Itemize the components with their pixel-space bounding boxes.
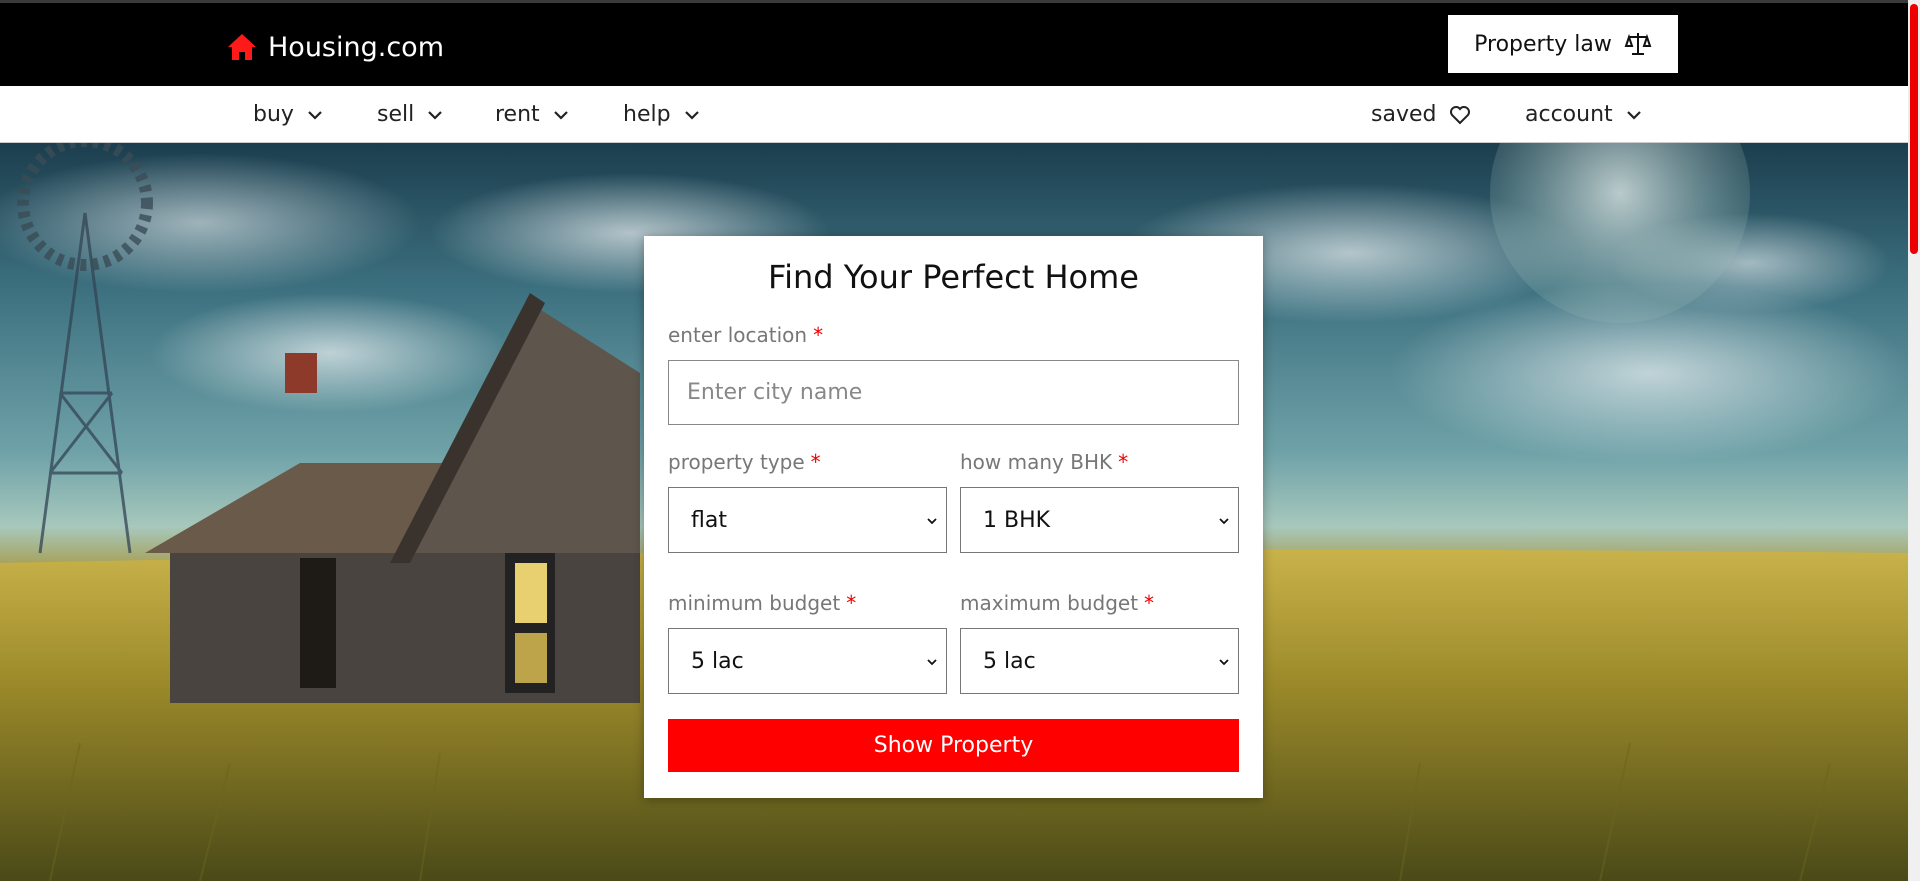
- form-title: Find Your Perfect Home: [768, 258, 1139, 296]
- property-type-label: property type *: [668, 450, 821, 474]
- required-mark: *: [810, 450, 821, 474]
- max-budget-label: maximum budget *: [960, 591, 1154, 615]
- min-budget-label: minimum budget *: [668, 591, 856, 615]
- chevron-down-icon: [1219, 518, 1229, 525]
- required-mark: *: [846, 591, 857, 615]
- required-mark: *: [1118, 450, 1129, 474]
- required-mark: *: [1144, 591, 1155, 615]
- max-budget-value: 5 lac: [983, 648, 1036, 674]
- nav-saved[interactable]: saved: [1371, 86, 1472, 143]
- brand-name: Housing.com: [268, 31, 445, 63]
- nav-saved-label: saved: [1371, 102, 1437, 127]
- main-nav: buy sell rent help saved account: [0, 86, 1908, 143]
- nav-buy-label: buy: [253, 102, 294, 127]
- house-icon: [228, 34, 256, 60]
- min-budget-select[interactable]: 5 lac: [668, 628, 947, 694]
- chevron-down-icon: [1626, 110, 1641, 120]
- nav-sell-label: sell: [377, 102, 415, 127]
- scrollbar-thumb[interactable]: [1910, 4, 1918, 254]
- nav-rent[interactable]: rent: [495, 86, 570, 143]
- nav-sell[interactable]: sell: [377, 86, 444, 143]
- max-budget-label-text: maximum budget: [960, 591, 1139, 615]
- chevron-down-icon: [927, 659, 937, 666]
- nav-help-label: help: [623, 102, 671, 127]
- bhk-label-text: how many BHK: [960, 450, 1113, 474]
- min-budget-label-text: minimum budget: [668, 591, 841, 615]
- property-search-form: Find Your Perfect Home enter location* p…: [644, 236, 1263, 798]
- max-budget-select[interactable]: 5 lac: [960, 628, 1239, 694]
- nav-help[interactable]: help: [623, 86, 701, 143]
- nav-account-label: account: [1525, 102, 1613, 127]
- chevron-down-icon: [308, 110, 322, 120]
- location-input[interactable]: [668, 360, 1239, 425]
- property-type-select[interactable]: flat: [668, 487, 947, 553]
- location-label: enter location *: [668, 323, 823, 347]
- top-header: Housing.com Property law: [0, 3, 1908, 86]
- chevron-down-icon: [684, 110, 699, 120]
- brand-logo[interactable]: Housing.com: [226, 27, 444, 67]
- chevron-down-icon: [927, 518, 937, 525]
- scales-icon: [1624, 33, 1652, 55]
- chevron-down-icon: [428, 110, 443, 120]
- property-type-value: flat: [691, 507, 727, 533]
- nav-buy[interactable]: buy: [253, 86, 324, 143]
- bhk-select[interactable]: 1 BHK: [960, 487, 1239, 553]
- property-law-label: Property law: [1474, 31, 1612, 57]
- show-property-button[interactable]: Show Property: [668, 719, 1239, 772]
- chevron-down-icon: [553, 110, 568, 120]
- heart-icon: [1450, 105, 1471, 124]
- property-type-label-text: property type: [668, 450, 805, 474]
- chevron-down-icon: [1219, 659, 1229, 666]
- bhk-label: how many BHK *: [960, 450, 1128, 474]
- bhk-value: 1 BHK: [983, 507, 1051, 533]
- nav-account[interactable]: account: [1525, 86, 1643, 143]
- min-budget-value: 5 lac: [691, 648, 744, 674]
- page-scrollbar[interactable]: [1908, 0, 1920, 881]
- location-label-text: enter location: [668, 323, 808, 347]
- required-mark: *: [813, 323, 824, 347]
- nav-rent-label: rent: [495, 102, 540, 127]
- property-law-button[interactable]: Property law: [1448, 15, 1678, 73]
